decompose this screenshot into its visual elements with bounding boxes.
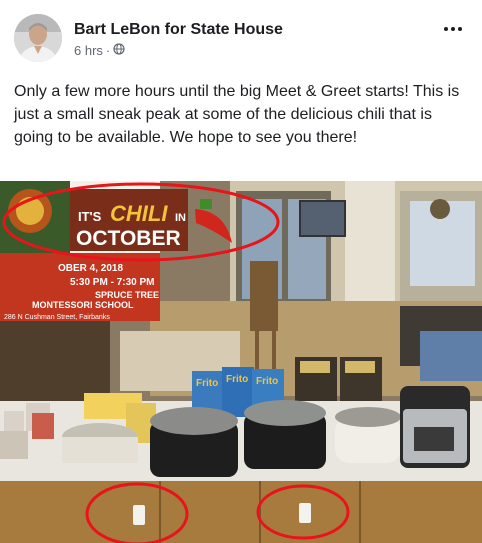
pressure-cooker: [400, 386, 470, 468]
slow-cooker-1: [62, 423, 138, 463]
flyer-address: 286 N Cushman Street, Fairbanks: [4, 314, 110, 321]
flyer-venue-1: SPRUCE TREE: [95, 290, 159, 300]
power-outlet-right: [299, 503, 311, 523]
author-avatar[interactable]: [14, 14, 62, 62]
slow-cooker-4: [335, 407, 401, 463]
flyer-in: IN: [175, 212, 186, 224]
chip-bag-label: Frito: [196, 378, 218, 389]
post-photo[interactable]: IT'S CHILI IN OCTOBER OBER 4, 2018 5:30 …: [0, 181, 482, 543]
chip-bag-label: Frito: [226, 374, 248, 385]
post-meta: 6 hrs ·: [74, 43, 125, 58]
flyer-its: IT'S: [78, 209, 102, 224]
chip-bag-label: Frito: [256, 376, 278, 387]
more-options-icon[interactable]: [440, 18, 466, 40]
flyer-date: OBER 4, 2018: [58, 263, 123, 274]
meta-separator: ·: [105, 43, 111, 58]
slow-cooker-3: [244, 400, 326, 469]
flyer-venue-2: MONTESSORI SCHOOL: [32, 300, 134, 310]
flyer-time: 5:30 PM - 7:30 PM: [70, 277, 154, 288]
post-header: Bart LeBon for State House 6 hrs ·: [0, 0, 482, 66]
post-text: Only a few more hours until the big Meet…: [14, 83, 460, 146]
slow-cooker-2: [150, 407, 238, 477]
flyer-chili: CHILI: [110, 201, 168, 226]
power-outlet-left: [133, 505, 145, 525]
author-name[interactable]: Bart LeBon for State House: [74, 21, 283, 39]
flyer-october: OCTOBER: [76, 227, 181, 250]
globe-icon: [113, 43, 125, 58]
post-time[interactable]: 6 hrs: [74, 43, 103, 58]
